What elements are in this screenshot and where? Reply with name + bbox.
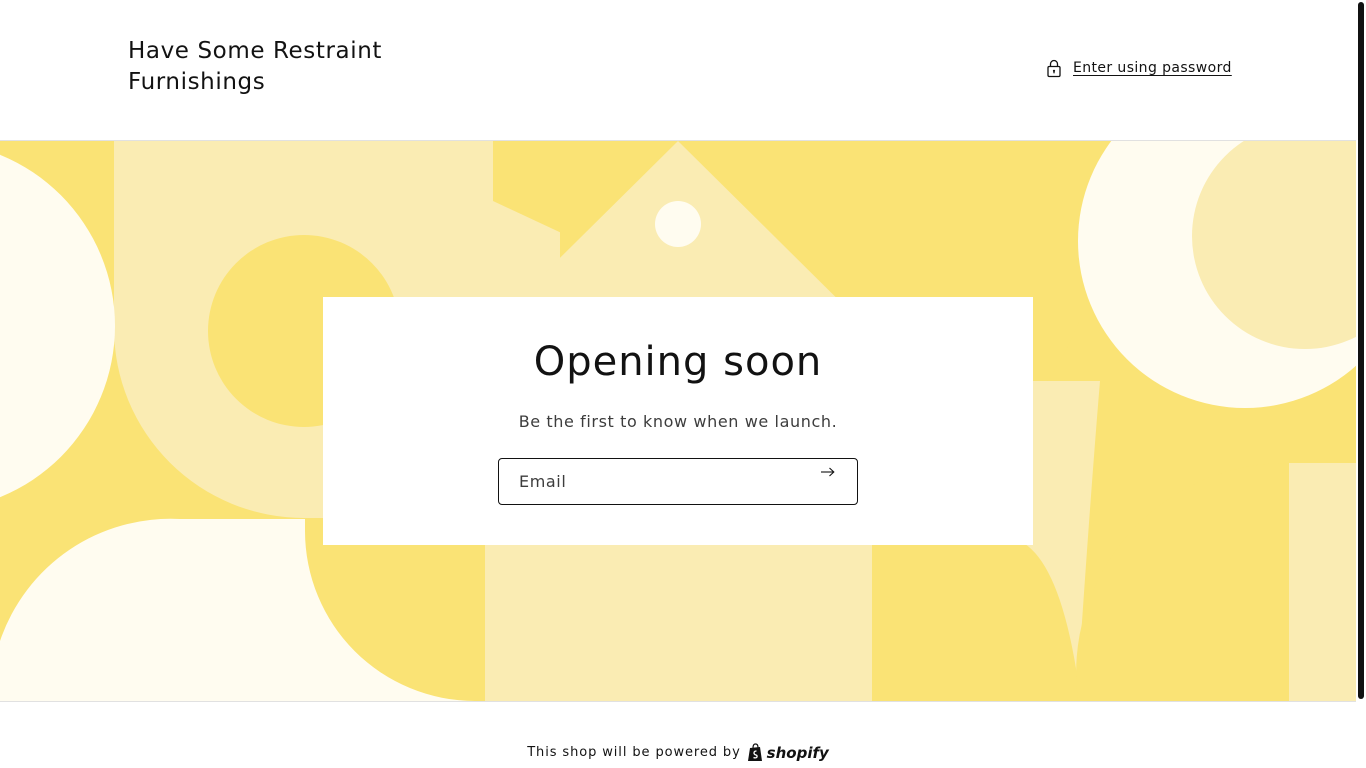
page-scrollbar[interactable] [1356,0,1366,768]
subscribe-button[interactable] [821,467,851,497]
powered-by: This shop will be powered by shopify [0,743,1356,762]
lock-icon [1045,58,1063,78]
enter-password-link[interactable]: Enter using password [1045,56,1232,80]
shopify-bag-icon [747,743,764,762]
launch-subtitle: Be the first to know when we launch. [518,412,838,431]
site-footer: This shop will be powered by shopify [0,701,1356,768]
site-header: Have Some Restraint Furnishings Enter us… [0,0,1356,141]
scrollbar-thumb[interactable] [1358,2,1364,699]
newsletter-card: Opening soon Be the first to know when w… [323,297,1033,545]
email-field[interactable] [499,459,819,504]
store-name[interactable]: Have Some Restraint Furnishings [128,36,428,98]
shopify-wordmark: shopify [766,743,829,762]
newsletter-form [498,458,858,505]
password-link-label: Enter using password [1073,60,1232,76]
shopify-logo-link[interactable]: shopify [747,743,829,762]
page-title: Opening soon [533,339,823,385]
hero-banner: Opening soon Be the first to know when w… [0,141,1356,701]
powered-by-text: This shop will be powered by [527,745,741,760]
